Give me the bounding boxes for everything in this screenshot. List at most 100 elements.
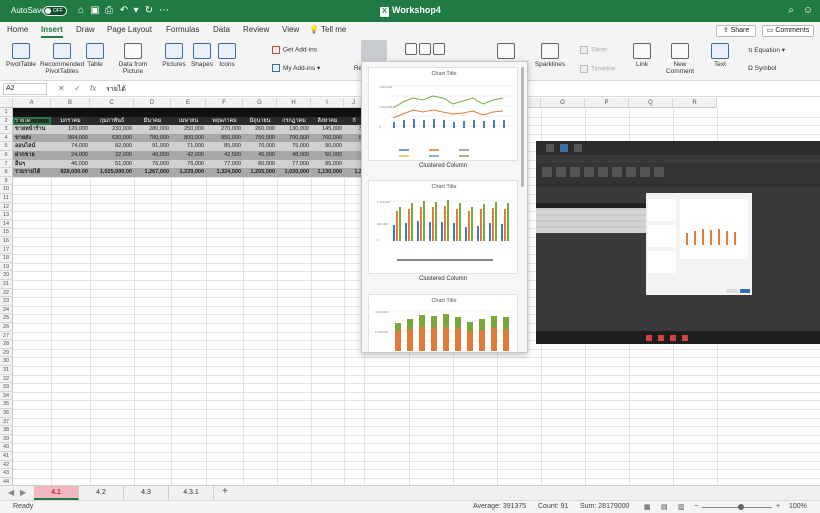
column-header[interactable]: E <box>171 98 206 108</box>
row-header[interactable]: 42 <box>0 460 13 470</box>
tab-review[interactable]: Review <box>243 25 269 34</box>
data-from-picture-button[interactable]: Data from Picture <box>116 43 150 75</box>
row-header[interactable]: 18 <box>0 254 13 263</box>
table-cell[interactable]: 1,267,000 <box>134 168 171 177</box>
column-header[interactable]: F <box>206 98 243 108</box>
table-row-label[interactable]: ขายหน้าร้าน <box>13 125 51 134</box>
table-cell[interactable]: 77,000 <box>277 159 311 169</box>
row-header[interactable]: 21 <box>0 280 13 289</box>
zoom-slider-handle[interactable] <box>738 504 744 510</box>
table-cell[interactable]: 1,025,000.00 <box>90 168 134 177</box>
more-icon[interactable]: ⋯ <box>158 5 170 17</box>
zoom-in-icon[interactable]: + <box>776 503 780 510</box>
sheet-tab-4-3-1[interactable]: 4.3.1 <box>169 486 214 500</box>
column-header[interactable]: P <box>585 98 629 108</box>
row-header[interactable]: 23 <box>0 297 13 306</box>
row-header[interactable]: 26 <box>0 323 13 332</box>
table-header-cell[interactable]: มีนาคม <box>134 116 171 126</box>
tab-draw[interactable]: Draw <box>76 25 95 34</box>
normal-view-icon[interactable]: ▦ <box>644 503 651 511</box>
row-header[interactable]: 31 <box>0 366 13 375</box>
row-header[interactable]: 16 <box>0 237 13 246</box>
home-icon[interactable]: ⌂ <box>75 5 87 17</box>
share-button[interactable]: ⇪ Share <box>716 25 756 37</box>
chart-types-group[interactable] <box>396 43 454 59</box>
table-cell[interactable]: 1,324,500 <box>206 168 243 177</box>
comments-button[interactable]: ▭ Comments <box>762 25 814 37</box>
table-button[interactable]: Table <box>86 43 104 68</box>
slicer-button[interactable]: Slicer <box>580 46 607 54</box>
table-row-label[interactable]: รวมรายได้ <box>13 168 51 177</box>
table-cell[interactable]: 1,239,000 <box>171 168 206 177</box>
table-cell[interactable]: 145,000 <box>311 125 344 134</box>
table-cell[interactable]: 800,000 <box>171 133 206 143</box>
table-cell[interactable]: 71,000 <box>171 142 206 151</box>
table-header-cell[interactable]: มกราคม <box>51 116 90 126</box>
name-box[interactable]: A2 <box>3 83 47 95</box>
column-header[interactable]: H <box>277 98 311 108</box>
table-cell[interactable]: 82,000 <box>90 142 134 151</box>
row-header[interactable]: 12 <box>0 202 13 212</box>
table-cell[interactable]: 270,000 <box>206 125 243 134</box>
zoom-level[interactable]: 100% <box>789 503 807 510</box>
table-cell[interactable]: 46,000 <box>51 159 90 169</box>
symbol-button[interactable]: Ω Symbol <box>748 65 776 72</box>
table-row-label[interactable]: ฝากขาย <box>13 151 51 160</box>
new-comment-button[interactable]: New Comment <box>664 43 696 75</box>
search-icon[interactable]: ⌕ <box>785 5 797 17</box>
column-header[interactable]: R <box>673 98 717 108</box>
row-header[interactable]: 25 <box>0 314 13 323</box>
row-header[interactable]: 27 <box>0 331 13 341</box>
pivottable-button[interactable]: PivotTable <box>6 43 36 68</box>
chart-option-2[interactable]: Chart Title 1,400,000 600,000 0 <box>368 180 518 274</box>
tab-data[interactable]: Data <box>213 25 230 34</box>
table-header-cell[interactable]: มิถุนายน <box>243 116 277 126</box>
table-cell[interactable]: 280,000 <box>134 125 171 134</box>
menu-scrollbar[interactable] <box>521 67 524 187</box>
tab-page-layout[interactable]: Page Layout <box>107 25 152 34</box>
table-header-cell[interactable]: กุมภาพันธ์ <box>90 116 134 126</box>
table-cell[interactable]: 80,000 <box>243 159 277 169</box>
row-header[interactable]: 14 <box>0 219 13 229</box>
undo-icon[interactable]: ↶ <box>118 5 130 17</box>
fx-icon[interactable]: fx <box>90 84 96 93</box>
table-cell[interactable]: 230,000 <box>90 125 134 134</box>
row-header[interactable]: 19 <box>0 262 13 272</box>
select-all-corner[interactable] <box>0 98 13 108</box>
table-cell[interactable]: 70,000 <box>243 142 277 151</box>
row-header[interactable]: 30 <box>0 357 13 366</box>
row-header[interactable]: 43 <box>0 469 13 478</box>
row-header[interactable]: 5 <box>0 142 13 151</box>
table-cell[interactable]: 32,000 <box>90 151 134 160</box>
table-header-cell[interactable]: พฤษภาคม <box>206 116 243 126</box>
cancel-icon[interactable]: ✕ <box>58 84 65 93</box>
column-header[interactable]: D <box>134 98 171 108</box>
table-cell[interactable]: 42,500 <box>206 151 243 160</box>
table-header-cell[interactable]: เมษายน <box>171 116 206 126</box>
row-header[interactable]: 38 <box>0 426 13 435</box>
row-header[interactable]: 11 <box>0 194 13 203</box>
table-cell[interactable]: 700,000 <box>277 133 311 143</box>
table-row-label[interactable]: ขายส่ง <box>13 133 51 143</box>
recommended-pivottables-button[interactable]: Recommended PivotTables <box>40 43 84 75</box>
row-header[interactable]: 22 <box>0 288 13 298</box>
tab-view[interactable]: View <box>282 25 299 34</box>
column-header[interactable]: G <box>243 98 277 108</box>
sparklines-button[interactable]: Sparklines <box>534 43 566 68</box>
tab-insert[interactable]: Insert <box>41 25 63 38</box>
table-cell[interactable]: 260,000 <box>243 125 277 134</box>
table-cell[interactable]: 24,000 <box>51 151 90 160</box>
table-cell[interactable]: 91,000 <box>134 142 171 151</box>
equation-button[interactable]: π Equation ▾ <box>748 46 785 54</box>
column-header[interactable]: C <box>90 98 134 108</box>
tab-formulas[interactable]: Formulas <box>166 25 199 34</box>
table-header-cell[interactable]: สิงหาคม <box>311 116 344 126</box>
table-cell[interactable]: 76,000 <box>171 159 206 169</box>
get-addins-button[interactable]: Get Add-ins <box>272 46 317 54</box>
table-cell[interactable]: 750,000 <box>243 133 277 143</box>
table-cell[interactable]: 77,000 <box>206 159 243 169</box>
my-addins-button[interactable]: My Add-ins ▾ <box>272 64 320 73</box>
table-cell[interactable]: 51,000 <box>90 159 134 169</box>
pictures-button[interactable]: Pictures <box>161 43 187 68</box>
column-header[interactable]: I <box>311 98 344 108</box>
